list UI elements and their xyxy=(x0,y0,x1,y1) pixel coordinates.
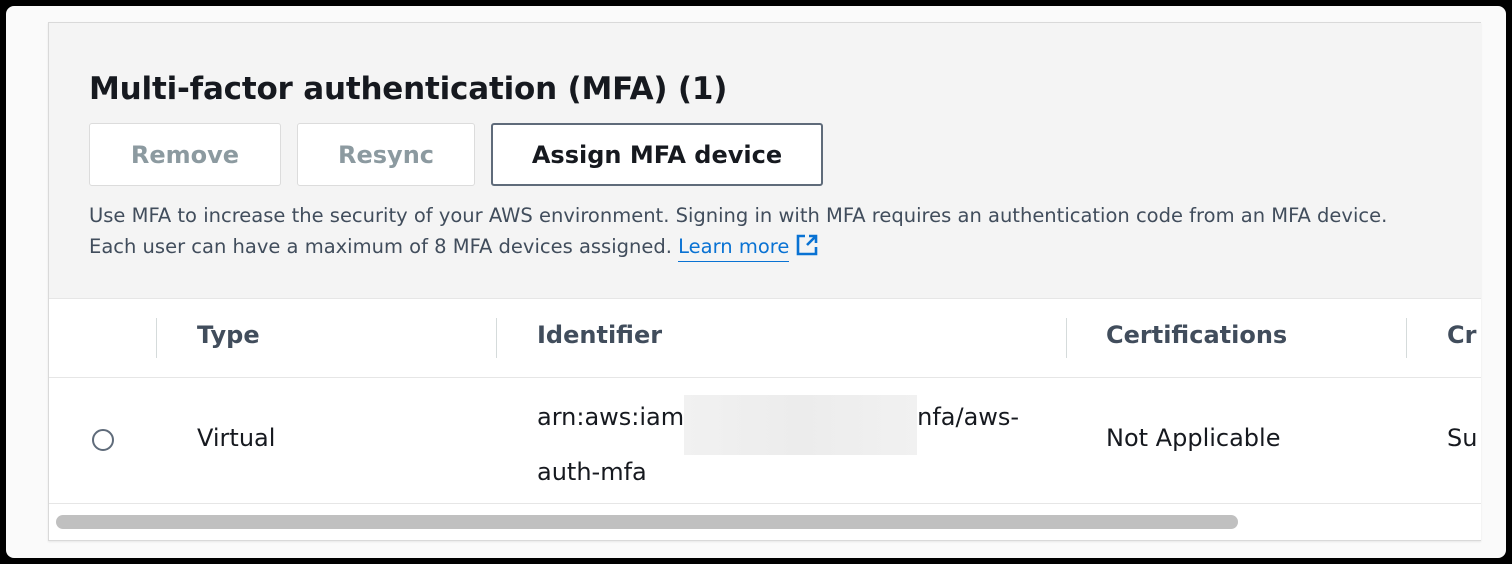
resync-button[interactable]: Resync xyxy=(297,123,475,186)
section-title: Multi-factor authentication (MFA) (1) xyxy=(89,71,728,107)
cell-identifier: arn:aws:iam nfa/aws- auth-mfa xyxy=(537,395,1020,489)
redacted-area xyxy=(684,395,918,455)
assign-mfa-device-button[interactable]: Assign MFA device xyxy=(491,123,823,186)
column-header-created[interactable]: Cr xyxy=(1447,321,1476,349)
column-divider xyxy=(496,318,497,358)
table-row[interactable]: Virtual arn:aws:iam nfa/aws- auth-mfa Not… xyxy=(49,378,1481,504)
mfa-devices-table: Type Identifier Certifications Cr Virtua… xyxy=(49,298,1481,540)
scrollbar-thumb[interactable] xyxy=(56,515,1238,529)
row-select-radio[interactable] xyxy=(92,429,114,451)
learn-more-link[interactable]: Learn more xyxy=(678,235,790,262)
mfa-panel: Multi-factor authentication (MFA) (1) Re… xyxy=(48,22,1481,541)
cell-certifications: Not Applicable xyxy=(1106,424,1281,452)
external-link-icon[interactable] xyxy=(795,233,819,257)
table-header: Type Identifier Certifications Cr xyxy=(49,299,1481,378)
screenshot-frame: Multi-factor authentication (MFA) (1) Re… xyxy=(6,6,1506,558)
section-description: Use MFA to increase the security of your… xyxy=(89,200,1419,262)
horizontal-scrollbar[interactable] xyxy=(49,505,1481,537)
column-header-certifications[interactable]: Certifications xyxy=(1106,321,1287,349)
identifier-end: nfa/aws- xyxy=(917,403,1020,431)
cell-type: Virtual xyxy=(197,424,276,452)
column-divider xyxy=(156,318,157,358)
learn-more-label: Learn more xyxy=(678,235,790,258)
column-divider xyxy=(1066,318,1067,358)
column-header-type[interactable]: Type xyxy=(197,321,260,349)
identifier-line2: auth-mfa xyxy=(537,458,647,486)
cell-created: Su xyxy=(1447,424,1478,452)
identifier-start: arn:aws:iam xyxy=(537,403,685,431)
column-divider xyxy=(1406,318,1407,358)
remove-button[interactable]: Remove xyxy=(89,123,281,186)
column-header-identifier[interactable]: Identifier xyxy=(537,321,662,349)
